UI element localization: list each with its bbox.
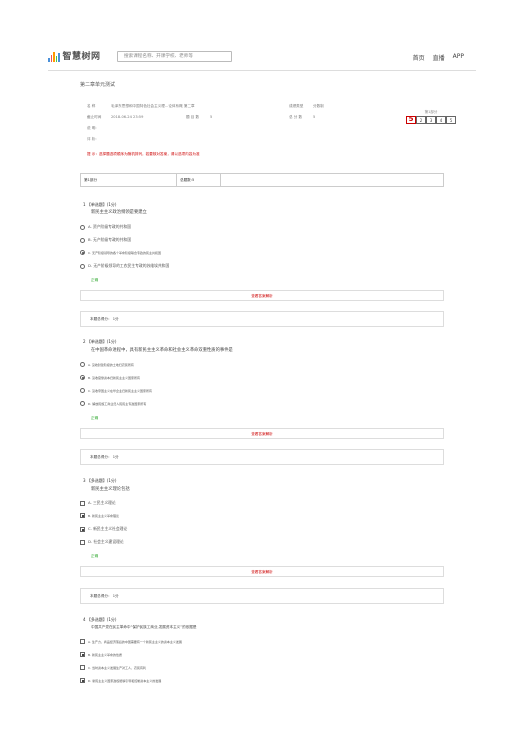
checkbox-icon [80,639,85,644]
question-4-header: 4 【多选题】(1分) [83,617,117,622]
section-total: 总题数:5 [177,174,221,186]
q4-option-b[interactable]: B. 新民主主义革命的性质 [80,652,122,657]
info-count: 题 目 数5 [186,115,213,119]
section-part: 第1部分 [81,174,177,186]
q1-option-a[interactable]: A. 资产阶级专政的共和国 [80,224,131,230]
q3-view-answer-button[interactable]: 查看答案解析 [80,566,444,577]
q2-option-c[interactable]: C. 没收帝国主义在华企业归新民主主义国家所有 [80,388,152,393]
q4-option-d[interactable]: D. 新民主主义国家政权能够引导和控制资本主义的发展 [80,678,161,683]
question-4-stem: 中国共产党在民主革命中“保护民族工商业,发展资本主义”的依据是 [91,625,197,629]
radio-selected-icon [80,375,85,380]
question-2-stem: 在中国革命进程中，具有新民主主义革命和社会主义革命双重性质的事件是 [91,348,233,353]
q3-status: 正确 [91,554,99,558]
q2-status: 正确 [91,416,99,420]
question-nav-5[interactable]: 5 [446,116,456,124]
info-total: 总 分 数5 [289,115,316,119]
radio-icon [80,263,85,269]
radio-icon [80,401,85,406]
tip-text: 提 示：选择题选项顺序为随机排列，若要核对答案，请以选项内容为准 [87,152,200,156]
q3-option-a[interactable]: A. 三民主义理论 [80,500,116,506]
info-deadline: 截止时间 2018-06-24 23:59 [87,115,144,119]
question-nav-3[interactable]: 3 [426,116,436,124]
header-divider [48,70,476,71]
q4-option-a[interactable]: A. 生产力，商品经济落后的中国需要有一个新民主主义的资本主义发展 [80,639,182,644]
question-nav-2[interactable]: 2 [416,116,426,124]
q2-option-a[interactable]: A. 没收封建阶级的土地归农民所有 [80,362,134,367]
q3-option-d[interactable]: D. 社会主义建设理论 [80,539,124,545]
score-value: 5 [406,116,416,124]
checkbox-icon [80,500,85,506]
q2-view-answer-button[interactable]: 查看答案解析 [80,428,444,439]
top-nav: 首页 直播 APP [413,53,464,62]
radio-selected-icon [80,250,85,255]
q3-option-c[interactable]: C. 新民主主义社会理论 [80,526,127,532]
q1-option-d[interactable]: D. 无产阶级领导的工农民主专政的苏维埃共和国 [80,263,169,269]
info-description: 说 明: [87,126,97,130]
q2-option-d[interactable]: D. 解放民族工商业归人民民主专政国家所有 [80,401,146,406]
checkbox-icon [80,665,85,670]
question-3-stem: 新民主主义理论包括 [91,487,130,492]
checkbox-checked-icon [80,678,85,683]
checkbox-checked-icon [80,526,85,532]
radio-icon [80,388,85,393]
checkbox-icon [80,539,85,545]
radio-icon [80,362,85,367]
q2-score: 本题总得分： 1分 [80,449,444,465]
question-1-header: 1 【单选题】(1分) [83,202,117,207]
q1-status: 正确 [91,278,99,282]
question-2-header: 2 【单选题】(1分) [83,339,117,344]
q2-option-b[interactable]: B. 没收官僚资本归新民主主义国家所有 [80,375,140,380]
site-logo[interactable]: 智慧树网 [48,50,101,62]
score-part-label: 第1部分 [424,110,438,114]
section-header: 第1部分 总题数:5 [80,173,444,187]
radio-icon [80,237,85,243]
score-indicator: 第1部分 5 2 3 4 5 [406,110,456,124]
question-3-header: 3 【多选题】(1分) [83,478,117,483]
nav-app[interactable]: APP [453,53,464,62]
info-review: 评 析: [87,137,97,141]
checkbox-checked-icon [80,513,85,518]
q1-view-answer-button[interactable]: 查看答案解析 [80,290,444,301]
logo-text: 智慧树网 [62,52,101,62]
nav-home[interactable]: 首页 [413,53,425,62]
checkbox-checked-icon [80,652,85,657]
q3-score: 本题总得分： 1分 [80,588,444,604]
radio-icon [80,224,85,230]
q3-option-b[interactable]: B. 新民主主义革命理论 [80,513,119,518]
q4-option-c[interactable]: C. 当时资本主义发展生产对工人，农民有利 [80,665,146,670]
q1-option-b[interactable]: B. 无产阶级专政的共和国 [80,237,131,243]
info-type: 成绩类型 分数制 [289,104,324,108]
q1-score: 本题总得分： 1分 [80,311,444,327]
search-input[interactable]: 搜索课程名称、开课学校、老师等 [117,51,232,62]
q1-option-c[interactable]: C. 无产阶级领导的各个革命阶级联合专政的民主共和国 [80,250,161,255]
nav-live[interactable]: 直播 [433,53,445,62]
page-title: 第二章单元测试 [80,82,116,88]
question-nav-4[interactable]: 4 [436,116,446,124]
info-name: 名 称毛泽东思想和中国特色社会主义理...论体系概 第二章 [87,104,195,108]
logo-bars-icon [48,52,60,62]
question-1-stem: 新民主主义政治纲领是要建立 [91,210,147,215]
